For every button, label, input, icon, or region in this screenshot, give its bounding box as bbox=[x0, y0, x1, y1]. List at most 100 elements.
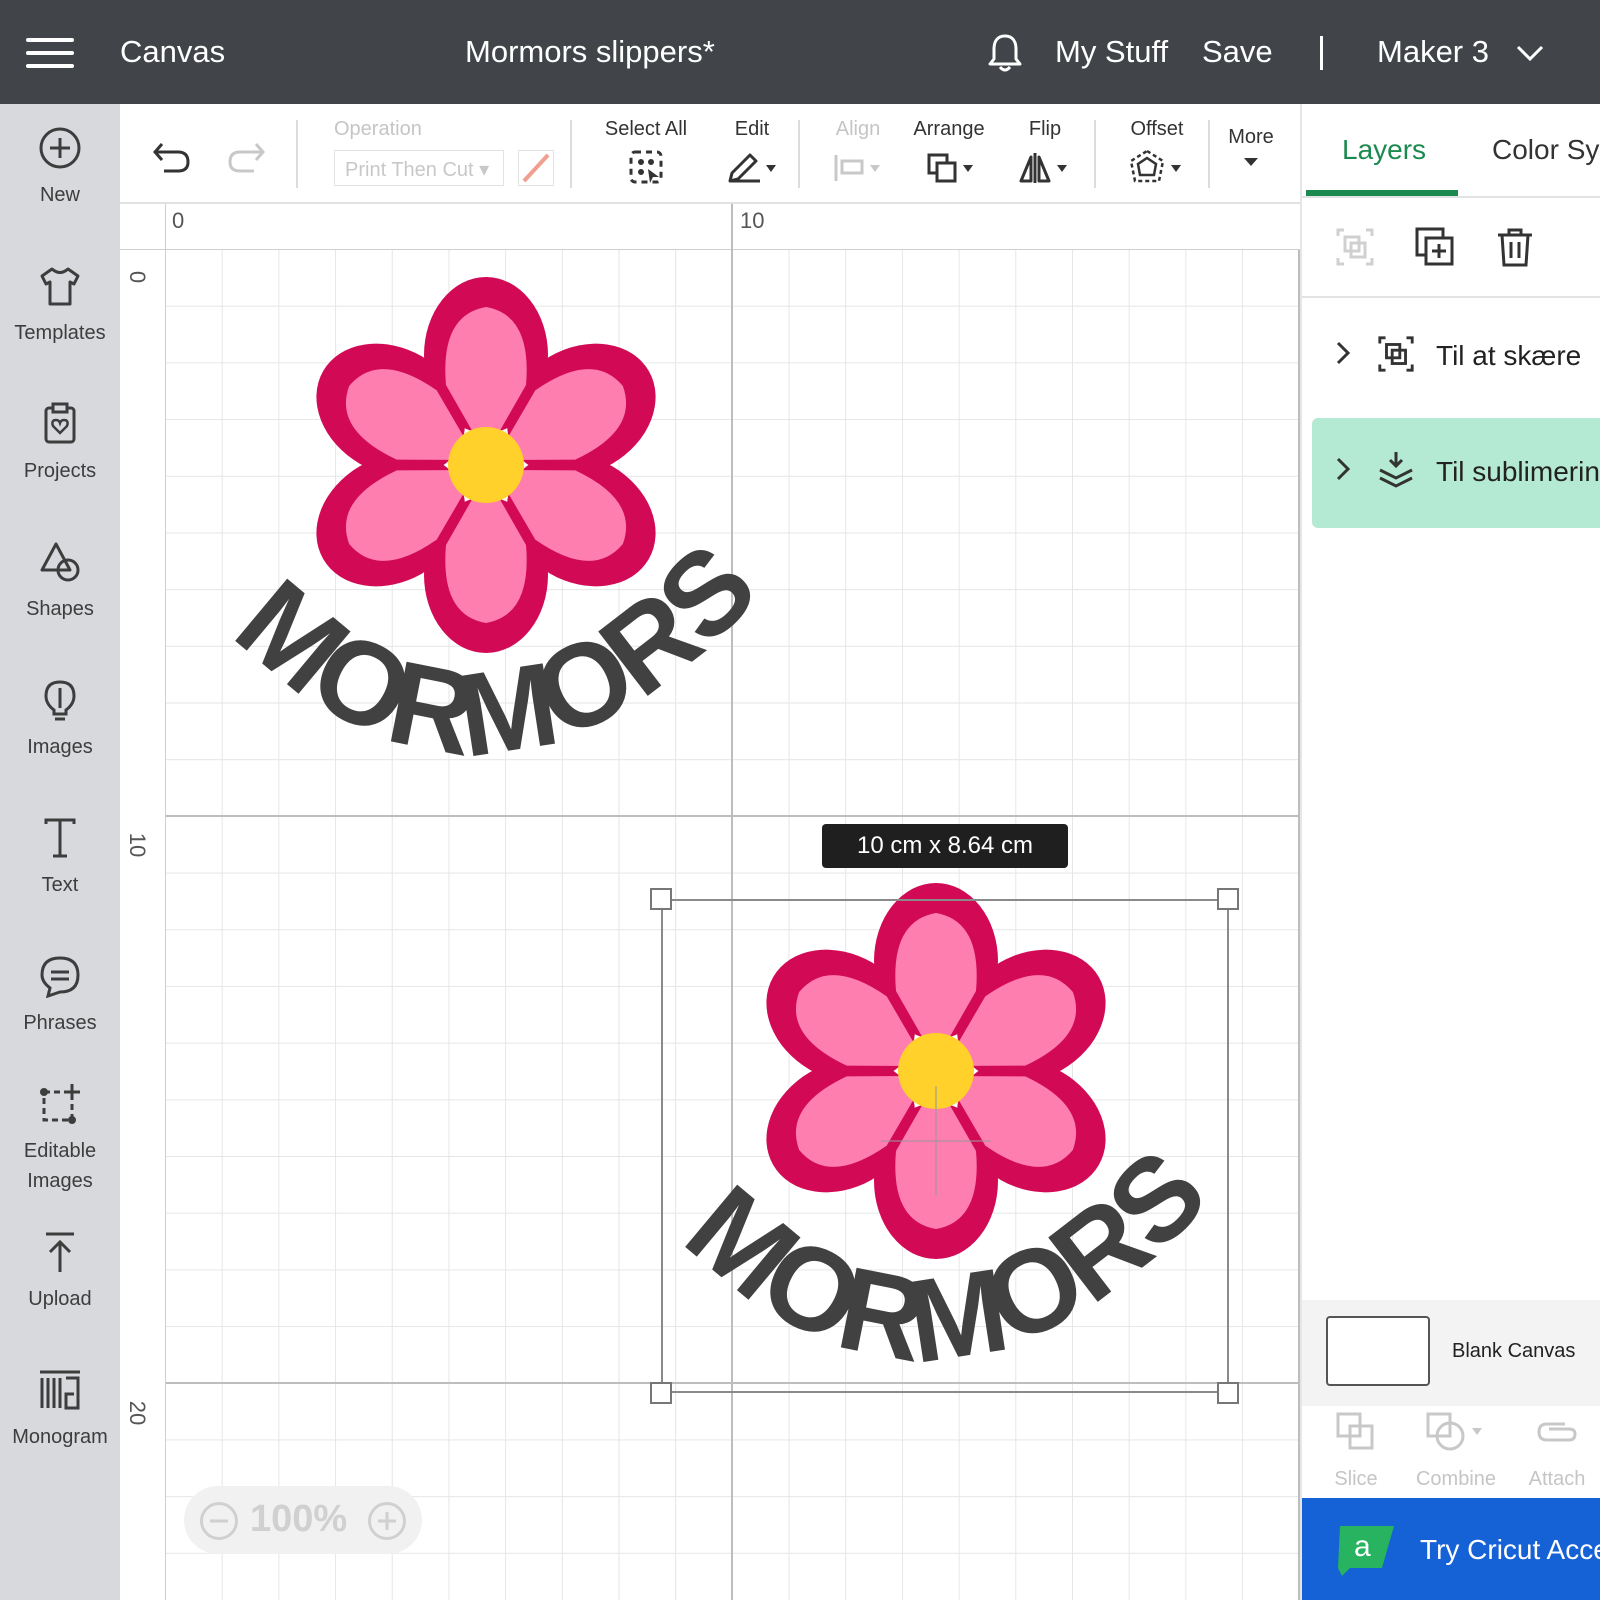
chevron-right-icon[interactable] bbox=[1334, 340, 1352, 366]
zoom-control: 100% bbox=[184, 1486, 422, 1554]
toolbar-divider bbox=[1208, 120, 1210, 188]
my-stuff-link[interactable]: My Stuff bbox=[1055, 34, 1168, 70]
select-all-label: Select All bbox=[604, 118, 688, 140]
duplicate-icon[interactable] bbox=[1414, 226, 1456, 268]
attach-button[interactable]: Attach bbox=[1524, 1410, 1590, 1491]
sidebar-item-images[interactable]: Images bbox=[0, 678, 120, 762]
select-all-button[interactable]: Select All bbox=[602, 118, 690, 191]
combine-button[interactable]: Combine bbox=[1402, 1410, 1510, 1491]
selection-handle[interactable] bbox=[650, 1382, 672, 1404]
layers-download-icon bbox=[1379, 452, 1413, 488]
zoom-value: 100% bbox=[250, 1498, 348, 1540]
trash-icon[interactable] bbox=[1494, 226, 1536, 268]
size-tooltip: 10 cm x 8.64 cm bbox=[822, 824, 1068, 868]
selection-box[interactable] bbox=[661, 899, 1229, 1393]
pen-color-swatch[interactable] bbox=[518, 150, 554, 186]
bell-icon[interactable] bbox=[985, 32, 1025, 74]
layer-row[interactable]: Til at skære bbox=[1302, 304, 1600, 414]
layer-name: Til sublimering bbox=[1436, 456, 1600, 487]
arrange-button[interactable]: Arrange bbox=[910, 118, 988, 191]
selection-handle[interactable] bbox=[1217, 888, 1239, 910]
arrange-icon bbox=[927, 153, 973, 183]
arrange-label: Arrange bbox=[913, 118, 985, 140]
tab-layers[interactable]: Layers bbox=[1342, 134, 1426, 166]
tab-color-sync[interactable]: Color Sync bbox=[1492, 134, 1600, 166]
upload-icon bbox=[46, 1232, 74, 1272]
sidebar-item-shapes[interactable]: Shapes bbox=[0, 540, 120, 624]
sidebar-item-label: Projects bbox=[23, 460, 97, 482]
ruler-label: 10 bbox=[740, 208, 765, 233]
zoom-in-button[interactable] bbox=[368, 1502, 406, 1540]
offset-icon bbox=[1129, 149, 1181, 183]
align-label: Align bbox=[835, 118, 881, 140]
vertical-ruler: 0 10 20 bbox=[120, 204, 166, 1600]
chevron-down-icon[interactable] bbox=[1515, 42, 1545, 64]
slice-icon bbox=[1336, 1412, 1374, 1450]
save-button[interactable]: Save bbox=[1202, 34, 1273, 70]
selection-handle[interactable] bbox=[1217, 1382, 1239, 1404]
sidebar-item-upload[interactable]: Upload bbox=[0, 1230, 120, 1314]
project-title[interactable]: Mormors slippers* bbox=[465, 34, 715, 70]
pencil-icon bbox=[728, 153, 776, 183]
paperclip-icon bbox=[1537, 1422, 1577, 1442]
offset-button[interactable]: Offset bbox=[1124, 118, 1190, 191]
ruler-label: 0 bbox=[172, 208, 185, 233]
sidebar-item-new[interactable]: New bbox=[0, 126, 120, 210]
try-cricut-access-banner[interactable]: a Try Cricut Access bbox=[1302, 1498, 1600, 1600]
combine-icon bbox=[1426, 1412, 1482, 1451]
ruler-label: 20 bbox=[125, 1400, 150, 1426]
operation-select[interactable]: Print Then Cut ▾ bbox=[334, 150, 504, 186]
ruler-label: 0 bbox=[125, 270, 150, 284]
edit-toolbar: Operation Print Then Cut ▾ Select All Ed… bbox=[120, 104, 1300, 204]
combine-label: Combine bbox=[1415, 1468, 1497, 1490]
header-divider bbox=[1320, 36, 1323, 70]
pen-slash-icon bbox=[522, 153, 550, 183]
sidebar-item-text[interactable]: Text bbox=[0, 816, 120, 900]
sidebar-item-projects[interactable]: Projects bbox=[0, 402, 120, 486]
blank-canvas-row[interactable]: Blank Canvas bbox=[1302, 1300, 1600, 1406]
toolbar-divider bbox=[798, 120, 800, 188]
sidebar-item-label: Shapes bbox=[26, 598, 94, 620]
flip-icon bbox=[1019, 153, 1067, 183]
machine-selector[interactable]: Maker 3 bbox=[1377, 34, 1489, 70]
zoom-out-button[interactable] bbox=[200, 1502, 238, 1540]
horizontal-ruler: 0 10 bbox=[120, 204, 1300, 250]
layer-row-selected[interactable]: Til sublimering bbox=[1312, 418, 1600, 528]
sidebar-item-editable-images[interactable]: Editable Images bbox=[0, 1082, 120, 1196]
sidebar-item-label: Phrases bbox=[23, 1012, 97, 1034]
blank-canvas-label: Blank Canvas bbox=[1452, 1340, 1576, 1362]
shapes-icon bbox=[40, 542, 80, 582]
svg-text:a: a bbox=[1354, 1530, 1371, 1563]
selection-handle[interactable] bbox=[650, 888, 672, 910]
menu-icon[interactable] bbox=[26, 38, 74, 68]
shirt-icon bbox=[40, 267, 80, 306]
clipboard-heart-icon bbox=[44, 402, 76, 444]
ruler-label: 10 bbox=[125, 832, 150, 858]
more-button[interactable]: More bbox=[1220, 126, 1282, 175]
blank-canvas-thumbnail[interactable] bbox=[1326, 1316, 1430, 1386]
sidebar-item-monogram[interactable]: Monogram bbox=[0, 1368, 120, 1452]
chevron-right-icon[interactable] bbox=[1334, 456, 1352, 482]
toolbar-divider bbox=[1094, 120, 1096, 188]
sidebar-item-phrases[interactable]: Phrases bbox=[0, 954, 120, 1038]
align-button[interactable]: Align bbox=[826, 118, 890, 191]
flower-design[interactable]: MORMORS bbox=[196, 270, 776, 790]
group-icon[interactable] bbox=[1334, 226, 1376, 268]
monogram-icon bbox=[40, 1370, 80, 1410]
lightbulb-icon bbox=[44, 680, 76, 721]
sidebar-item-label: Templates bbox=[14, 322, 106, 344]
sidebar-item-templates[interactable]: Templates bbox=[0, 264, 120, 348]
layer-name: Til at skære bbox=[1436, 340, 1582, 371]
panel-divider bbox=[1302, 296, 1600, 298]
layers-panel: Layers Color Sync Til at skære Til subli… bbox=[1300, 104, 1600, 1600]
flip-label: Flip bbox=[1028, 118, 1062, 140]
edit-button[interactable]: Edit bbox=[716, 118, 788, 191]
select-all-icon bbox=[629, 150, 663, 184]
slice-button[interactable]: Slice bbox=[1326, 1410, 1386, 1491]
editable-images-icon bbox=[40, 1084, 80, 1124]
undo-icon[interactable] bbox=[152, 140, 192, 174]
flip-button[interactable]: Flip bbox=[1014, 118, 1076, 191]
redo-icon[interactable] bbox=[226, 140, 266, 174]
group-icon bbox=[1378, 336, 1414, 372]
section-title: Canvas bbox=[120, 34, 226, 69]
